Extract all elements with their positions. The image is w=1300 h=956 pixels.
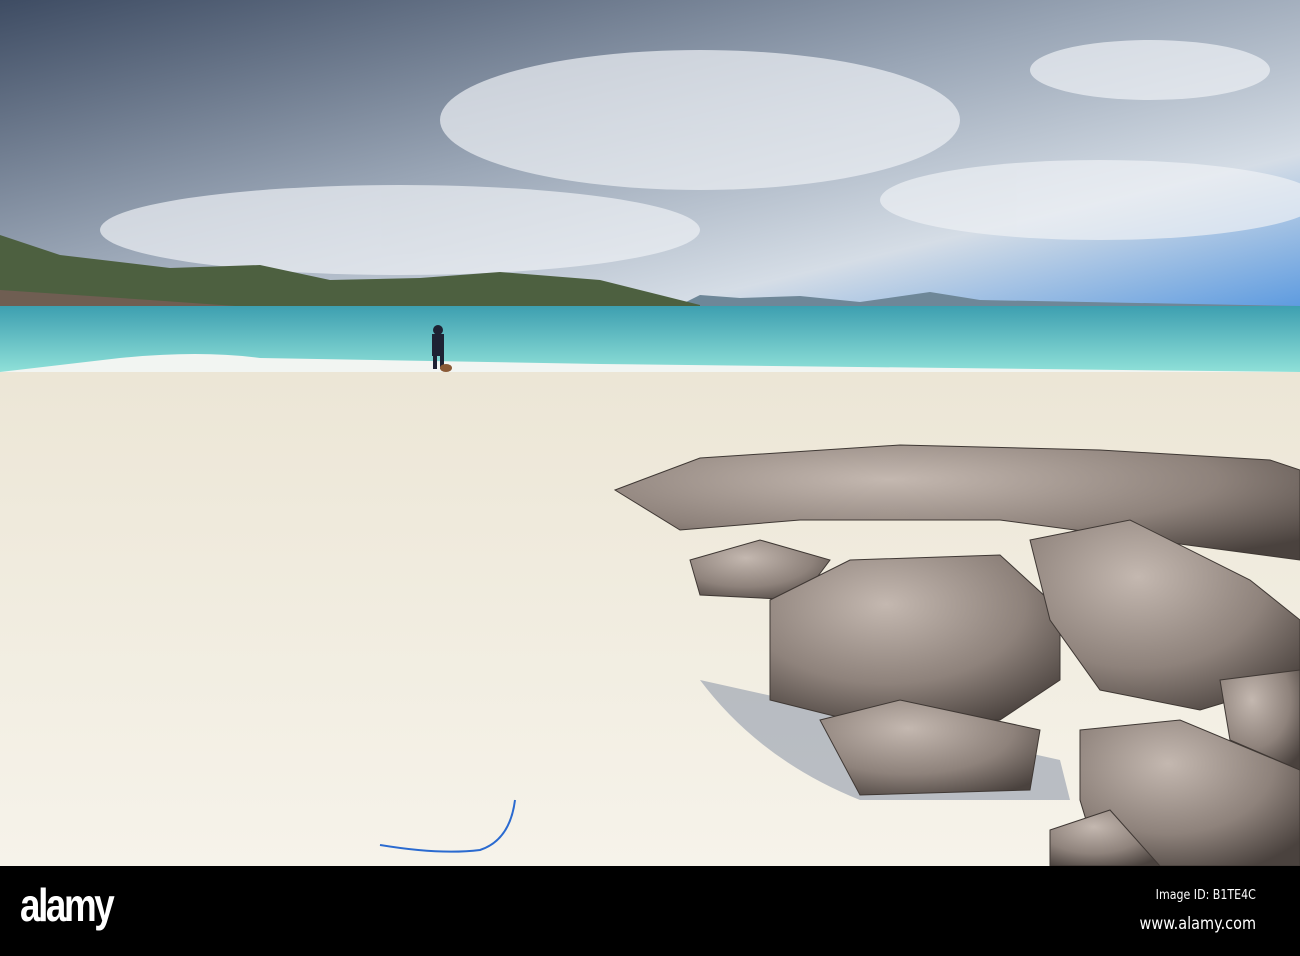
site-url: www.alamy.com [1139,914,1256,934]
image-id: Image ID: B1TE4C [1155,888,1256,903]
beach-photo [0,0,1300,866]
watermark-bar: alamy Image ID: B1TE4C www.alamy.com [0,866,1300,956]
photo-frame: alamy Image ID: B1TE4C www.alamy.com [0,0,1300,956]
alamy-logo: alamy [20,879,115,931]
